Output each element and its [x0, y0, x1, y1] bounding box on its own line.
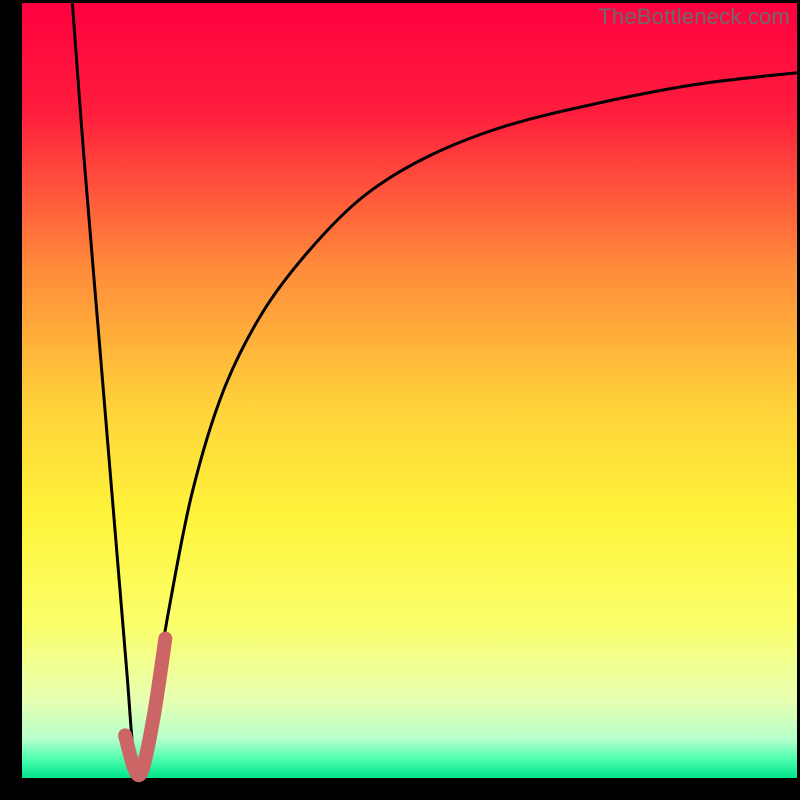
bottleneck-chart — [0, 0, 800, 800]
plot-area — [22, 3, 797, 778]
watermark-label: TheBottleneck.com — [598, 4, 790, 30]
